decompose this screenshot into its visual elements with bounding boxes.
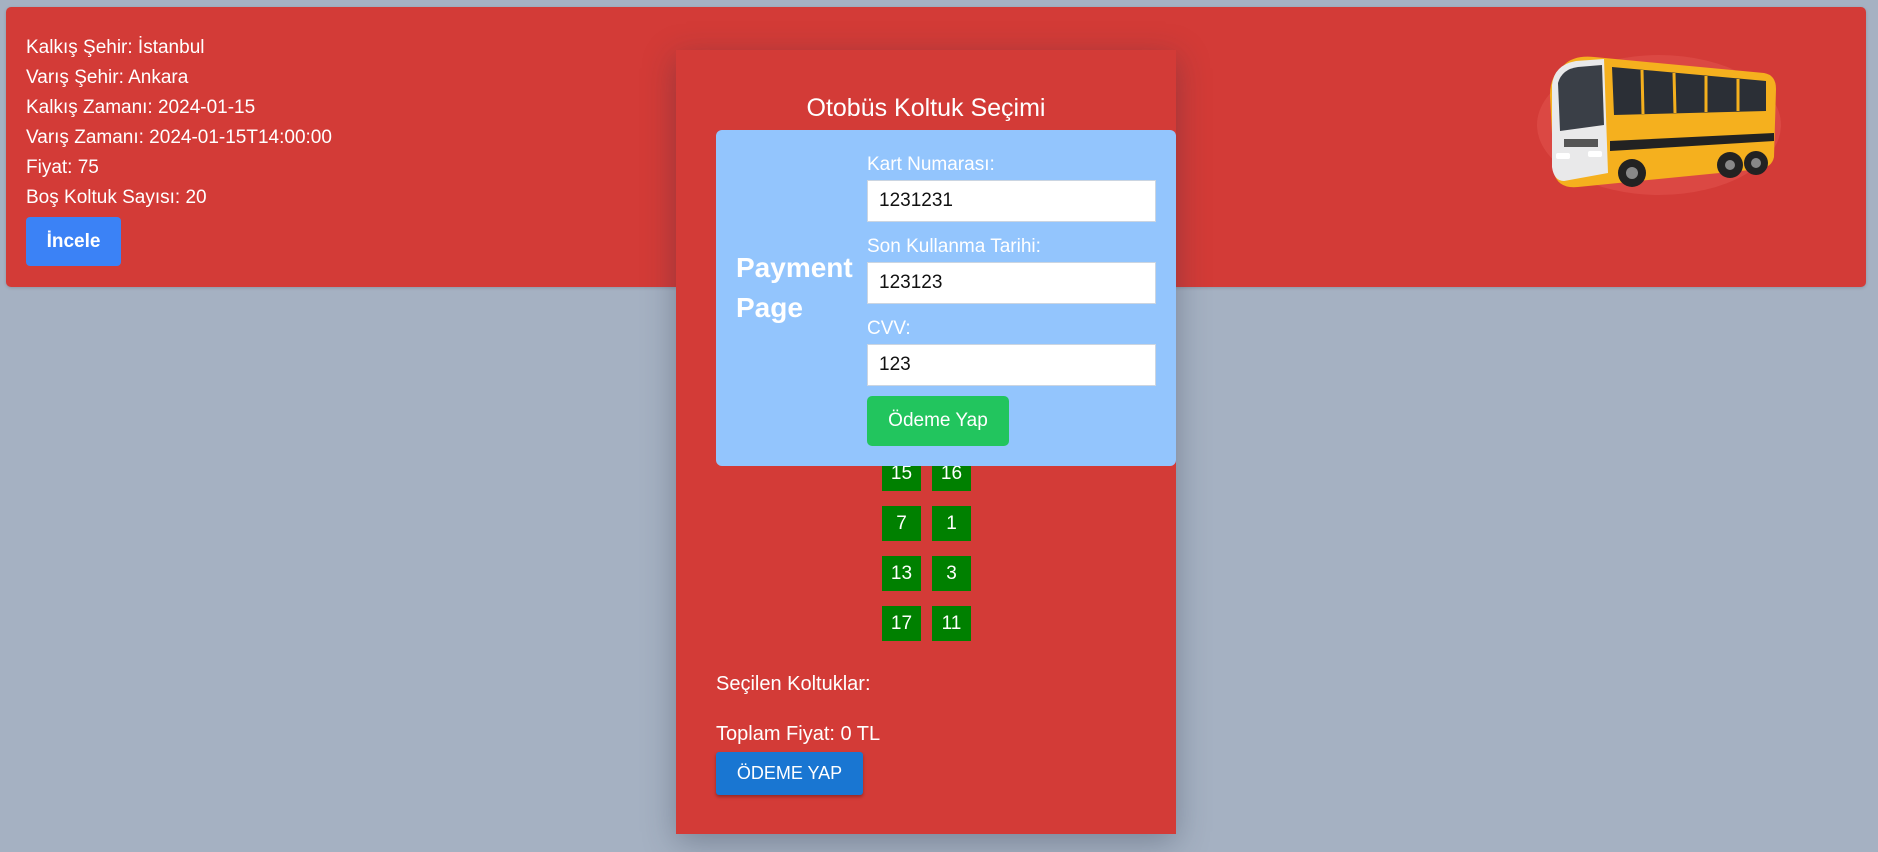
selected-seats-label: Seçilen Koltuklar: xyxy=(716,673,871,695)
card-number-input[interactable] xyxy=(867,180,1156,222)
submit-payment-button[interactable]: Ödeme Yap xyxy=(867,396,1009,446)
inspect-button[interactable]: İncele xyxy=(26,217,121,266)
seat-3[interactable]: 3 xyxy=(932,556,971,591)
expiry-label: Son Kullanma Tarihi: xyxy=(867,236,1041,257)
seat-17[interactable]: 17 xyxy=(882,606,921,641)
bus-image xyxy=(1534,45,1784,205)
seat-1[interactable]: 1 xyxy=(932,506,971,541)
expiry-input[interactable] xyxy=(867,262,1156,304)
card-number-label: Kart Numarası: xyxy=(867,154,995,175)
payment-panel: Payment Page Kart Numarası: Son Kullanma… xyxy=(716,130,1176,466)
cvv-label: CVV: xyxy=(867,318,911,339)
total-price-label: Toplam Fiyat: 0 TL xyxy=(716,723,881,745)
bus-icon xyxy=(1537,55,1781,195)
trip-info: Kalkış Şehir: İstanbul Varış Şehir: Anka… xyxy=(26,33,332,213)
payment-title: Payment Page xyxy=(736,252,853,323)
arrival-time: Varış Zamanı: 2024-01-15T14:00:00 xyxy=(26,127,332,148)
price: Fiyat: 75 xyxy=(26,157,99,178)
arrival-city: Varış Şehir: Ankara xyxy=(26,67,189,88)
seat-13[interactable]: 13 xyxy=(882,556,921,591)
departure-time: Kalkış Zamanı: 2024-01-15 xyxy=(26,97,256,118)
cvv-input[interactable] xyxy=(867,344,1156,386)
seat-7[interactable]: 7 xyxy=(882,506,921,541)
seat-selection-title: Otobüs Koltuk Seçimi xyxy=(806,94,1046,122)
pay-button[interactable]: ÖDEME YAP xyxy=(716,752,863,795)
empty-seat-count: Boş Koltuk Sayısı: 20 xyxy=(26,187,207,208)
departure-city: Kalkış Şehir: İstanbul xyxy=(26,37,205,58)
seat-11[interactable]: 11 xyxy=(932,606,971,641)
